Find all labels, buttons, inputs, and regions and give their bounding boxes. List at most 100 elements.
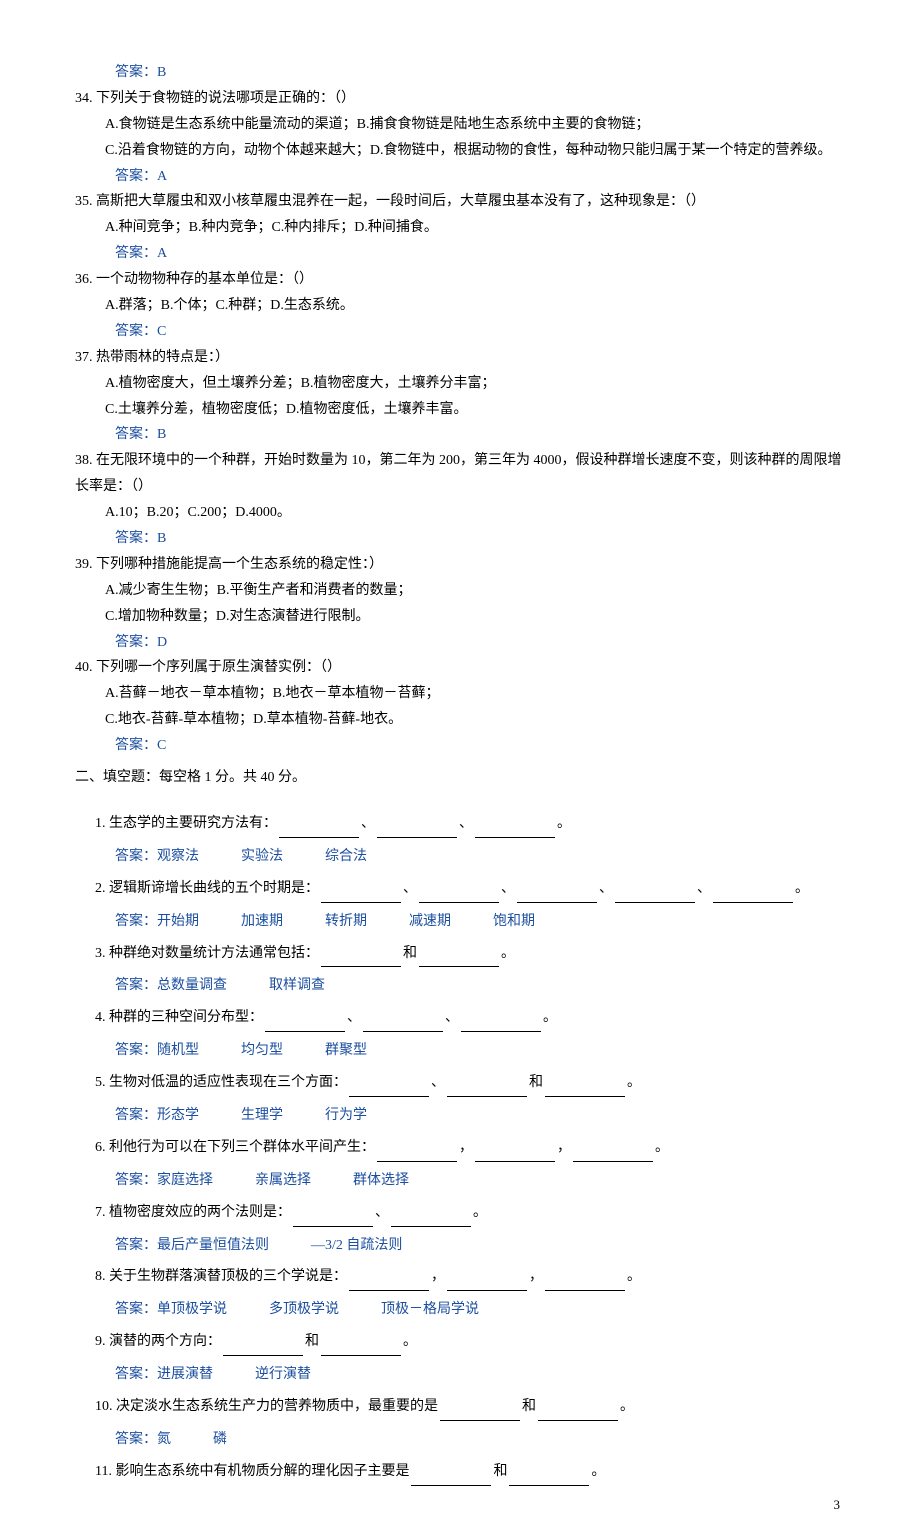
blank-underline [419,941,499,968]
fill-num: 9. [95,1334,109,1349]
blank-separator: 、 [347,1010,361,1025]
mcq-answer: 答案：D [75,630,845,656]
fill-question: 8. 关于生物群落演替顶极的三个学说是： ， ， 。 [95,1264,845,1291]
fill-question: 3. 种群绝对数量统计方法通常包括： 和 。 [95,941,845,968]
fill-num: 10. [95,1399,116,1414]
fill-num: 6. [95,1140,109,1155]
blank-separator: 。 [501,946,515,961]
fill-prefix: 利他行为可以在下列三个群体水平间产生： [109,1140,375,1155]
blank-separator: 、 [375,1205,389,1220]
blank-separator: 。 [627,1075,641,1090]
blank-underline [321,1329,401,1356]
fill-prefix: 演替的两个方向： [109,1334,221,1349]
blank-underline [713,876,793,903]
blank-separator: 、 [361,816,375,831]
page-number: 3 [834,1493,841,1517]
blank-separator: ， [529,1269,543,1284]
mcq-option-line: C.地衣-苔藓-草本植物；D.草本植物-苔藓-地衣。 [75,707,845,733]
blank-underline [447,1264,527,1291]
mcq-option-line: A.种间竞争；B.种内竞争；C.种内排斥；D.种间捕食。 [75,215,845,241]
blank-underline [615,876,695,903]
fill-answer: 答案：单顶极学说 多顶极学说 顶极－格局学说 [95,1297,845,1323]
mcq-question: 36. 一个动物物种存的基本单位是：（） [75,267,845,293]
mcq-option-line: C.沿着食物链的方向，动物个体越来越大；D.食物链中，根据动物的食性，每种动物只… [75,138,845,164]
blank-separator: 。 [591,1464,605,1479]
fill-num: 11. [95,1464,115,1479]
fill-answer: 答案：形态学 生理学 行为学 [95,1103,845,1129]
blank-separator: 。 [543,1010,557,1025]
blank-separator: 、 [445,1010,459,1025]
blank-separator: 、 [459,816,473,831]
blank-underline [349,1264,429,1291]
mcq-question: 39. 下列哪种措施能提高一个生态系统的稳定性：） [75,552,845,578]
fill-question: 7. 植物密度效应的两个法则是： 、 。 [95,1200,845,1227]
blank-underline [377,811,457,838]
fill-prefix: 关于生物群落演替顶极的三个学说是： [109,1269,347,1284]
fill-answer: 答案：氮 磷 [95,1427,845,1453]
blank-separator: 、 [431,1075,445,1090]
fill-prefix: 生态学的主要研究方法有： [109,816,277,831]
blank-separator: 和 [529,1075,543,1090]
blank-separator: 、 [403,881,417,896]
fill-answer: 答案：进展演替 逆行演替 [95,1362,845,1388]
blank-separator: 。 [403,1334,417,1349]
mcq-question: 40. 下列哪一个序列属于原生演替实例：（） [75,655,845,681]
fill-prefix: 种群绝对数量统计方法通常包括： [109,946,319,961]
fill-question: 1. 生态学的主要研究方法有： 、 、 。 [95,811,845,838]
blank-underline [419,876,499,903]
blank-underline [349,1070,429,1097]
fill-num: 4. [95,1010,109,1025]
blank-underline [223,1329,303,1356]
mcq-option-line: A.苔藓－地衣－草本植物；B.地衣－草本植物－苔藓； [75,681,845,707]
mcq-question: 38. 在无限环境中的一个种群，开始时数量为 10，第二年为 200，第三年为 … [75,448,845,500]
mcq-option-line: A.植物密度大，但土壤养分差；B.植物密度大，土壤养分丰富； [75,371,845,397]
blank-underline [475,811,555,838]
blank-underline [545,1264,625,1291]
fill-answer: 答案：观察法 实验法 综合法 [95,844,845,870]
blank-separator: ， [459,1140,473,1155]
blank-underline [377,1135,457,1162]
blank-underline [509,1459,589,1486]
blank-separator: 、 [599,881,613,896]
mcq-question: 35. 高斯把大草履虫和双小核草履虫混养在一起，一段时间后，大草履虫基本没有了，… [75,189,845,215]
fill-prefix: 决定淡水生态系统生产力的营养物质中，最重要的是 [116,1399,438,1414]
blank-separator: 和 [522,1399,536,1414]
blank-underline [293,1200,373,1227]
blank-underline [447,1070,527,1097]
mcq-answer: 答案：A [75,164,845,190]
fill-prefix: 影响生态系统中有机物质分解的理化因子主要是 [115,1464,409,1479]
mcq-answer: 答案：B [75,422,845,448]
pre-answer: 答案：B [75,60,845,86]
blank-underline [265,1005,345,1032]
fill-question: 2. 逻辑斯谛增长曲线的五个时期是： 、 、 、 、 。 [95,876,845,903]
section-2-heading: 二、填空题：每空格 1 分。共 40 分。 [75,765,845,791]
mcq-option-line: A.食物链是生态系统中能量流动的渠道；B.捕食食物链是陆地生态系统中主要的食物链… [75,112,845,138]
mcq-answer: 答案：A [75,241,845,267]
mcq-option-line: A.10；B.20；C.200；D.4000。 [75,500,845,526]
blank-underline [573,1135,653,1162]
blank-separator: 。 [795,881,809,896]
mcq-answer: 答案：C [75,733,845,759]
mcq-option-line: C.增加物种数量；D.对生态演替进行限制。 [75,604,845,630]
mcq-question: 37. 热带雨林的特点是：） [75,345,845,371]
blank-underline [321,876,401,903]
fill-prefix: 生物对低温的适应性表现在三个方面： [109,1075,347,1090]
blank-underline [461,1005,541,1032]
blank-separator: 和 [403,946,417,961]
fill-num: 5. [95,1075,109,1090]
blank-underline [411,1459,491,1486]
blank-separator: 。 [473,1205,487,1220]
mcq-option-line: A.群落；B.个体；C.种群；D.生态系统。 [75,293,845,319]
fill-num: 1. [95,816,109,831]
fill-answer: 答案：最后产量恒值法则 —3/2 自疏法则 [95,1233,845,1259]
blank-underline [321,941,401,968]
fill-question: 9. 演替的两个方向： 和 。 [95,1329,845,1356]
blank-separator: ， [557,1140,571,1155]
blank-separator: 和 [305,1334,319,1349]
blank-underline [538,1394,618,1421]
fill-prefix: 植物密度效应的两个法则是： [109,1205,291,1220]
fill-question: 10. 决定淡水生态系统生产力的营养物质中，最重要的是 和 。 [95,1394,845,1421]
blank-separator: 、 [697,881,711,896]
mcq-answer: 答案：C [75,319,845,345]
fill-question: 11. 影响生态系统中有机物质分解的理化因子主要是 和 。 [95,1459,845,1486]
